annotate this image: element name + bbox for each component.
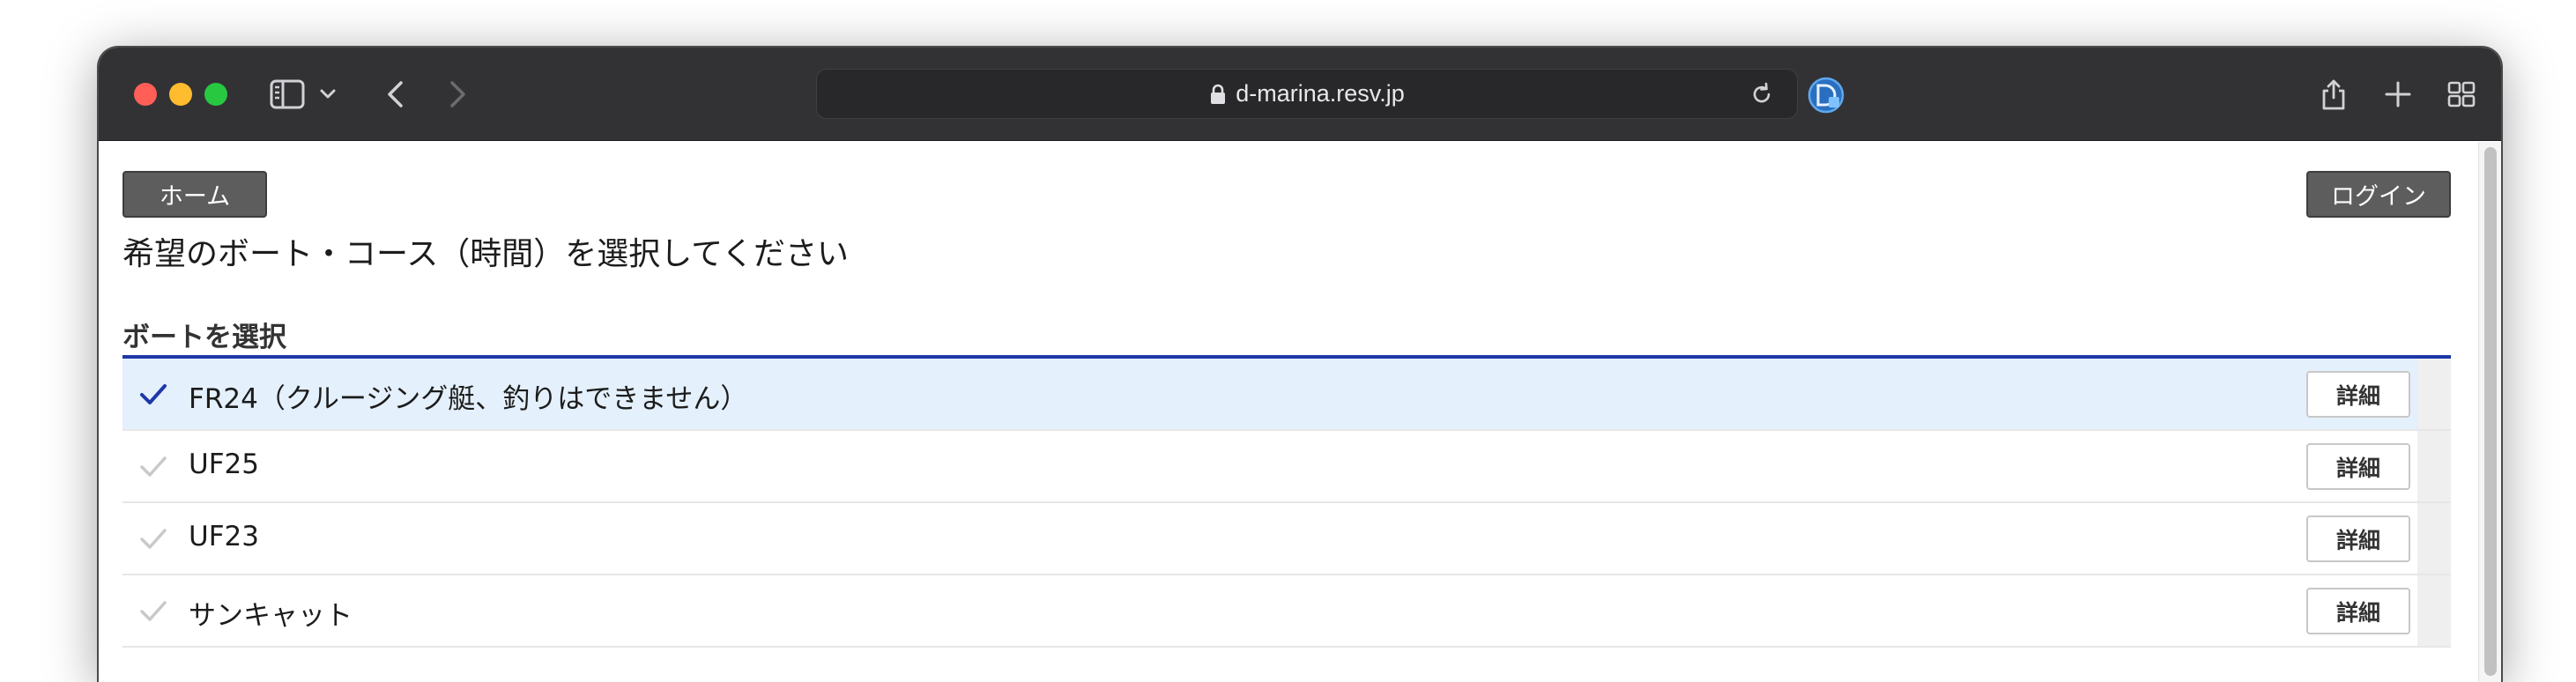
browser-window: d-marina.resv.jp ホーム ログイン 希望のボート・コース（時間）… bbox=[99, 48, 2501, 682]
boat-name: サンキャット bbox=[189, 600, 353, 632]
boat-list: FR24（クルージング艇、釣りはできません） 詳細 UF25 詳細 UF23 詳… bbox=[122, 359, 2451, 648]
close-window-button[interactable] bbox=[134, 83, 157, 106]
chevron-right-icon[interactable] bbox=[444, 78, 471, 111]
url-text: d-marina.resv.jp bbox=[1236, 80, 1405, 107]
plus-icon[interactable] bbox=[2383, 78, 2413, 111]
boat-row-uf25[interactable]: UF25 詳細 bbox=[122, 431, 2451, 503]
check-icon bbox=[140, 529, 167, 549]
browser-titlebar: d-marina.resv.jp bbox=[99, 48, 2501, 141]
boat-name: UF23 bbox=[189, 521, 259, 552]
row-background bbox=[122, 575, 2417, 646]
boat-row-uf23[interactable]: UF23 詳細 bbox=[122, 503, 2451, 575]
scrollbar-thumb[interactable] bbox=[2484, 147, 2497, 676]
home-button[interactable]: ホーム bbox=[122, 171, 267, 218]
login-button[interactable]: ログイン bbox=[2306, 171, 2451, 218]
section-title: ボートを選択 bbox=[122, 322, 286, 353]
lock-icon bbox=[1211, 84, 1226, 104]
check-icon bbox=[140, 384, 167, 404]
check-icon bbox=[140, 456, 167, 477]
detail-button[interactable]: 詳細 bbox=[2306, 443, 2410, 490]
detail-button[interactable]: 詳細 bbox=[2306, 371, 2410, 418]
detail-button[interactable]: 詳細 bbox=[2306, 588, 2410, 634]
boat-row-fr24[interactable]: FR24（クルージング艇、釣りはできません） 詳細 bbox=[122, 359, 2451, 431]
row-gutter bbox=[2417, 503, 2451, 574]
reload-icon[interactable] bbox=[1749, 82, 1774, 107]
minimize-window-button[interactable] bbox=[169, 83, 192, 106]
chevron-down-icon[interactable] bbox=[319, 78, 337, 111]
row-background bbox=[122, 503, 2417, 574]
boat-name: FR24（クルージング艇、釣りはできません） bbox=[189, 383, 748, 415]
boat-row-suncat[interactable]: サンキャット 詳細 bbox=[122, 575, 2451, 648]
sidebar-icon[interactable] bbox=[270, 78, 305, 111]
detail-button[interactable]: 詳細 bbox=[2306, 515, 2410, 562]
zoom-window-button[interactable] bbox=[204, 83, 227, 106]
page-content: ホーム ログイン 希望のボート・コース（時間）を選択してください ボートを選択 … bbox=[99, 142, 2478, 682]
address-bar[interactable]: d-marina.resv.jp bbox=[816, 69, 1798, 119]
extension-d-icon[interactable] bbox=[1807, 76, 1845, 115]
row-gutter bbox=[2417, 359, 2451, 429]
share-icon[interactable] bbox=[2320, 78, 2348, 111]
boat-name: UF25 bbox=[189, 448, 259, 480]
row-background bbox=[122, 431, 2417, 501]
tab-grid-icon[interactable] bbox=[2446, 78, 2476, 111]
row-gutter bbox=[2417, 575, 2451, 646]
scrollbar[interactable] bbox=[2478, 142, 2501, 682]
row-gutter bbox=[2417, 431, 2451, 501]
check-icon bbox=[140, 601, 167, 621]
page-title: 希望のボート・コース（時間）を選択してください bbox=[122, 236, 850, 272]
chevron-left-icon[interactable] bbox=[382, 78, 409, 111]
